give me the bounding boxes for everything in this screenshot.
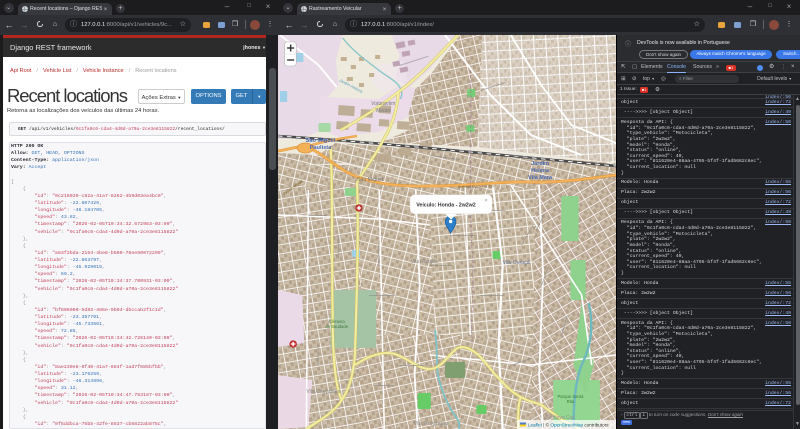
svg-text:Vila Curuçá: Vila Curuçá xyxy=(503,260,530,266)
svg-text:São Miguel: São Miguel xyxy=(357,177,383,183)
svg-text:Vila Progresso: Vila Progresso xyxy=(414,421,449,427)
svg-text:Rita: Rita xyxy=(567,399,575,404)
svg-text:da Saudade: da Saudade xyxy=(325,324,349,329)
svg-text:Leaflet | © OpenStreetMap cont: Leaflet | © OpenStreetMap contributors xyxy=(528,422,609,428)
svg-text:×: × xyxy=(484,198,487,204)
svg-text:Jardim: Jardim xyxy=(531,161,549,167)
svg-text:Votorantim: Votorantim xyxy=(371,101,395,107)
svg-text:Vila Mara: Vila Mara xyxy=(528,175,553,181)
svg-text:Vila Chavantes: Vila Chavantes xyxy=(306,389,340,395)
svg-text:Avenida Marechal Tito: Avenida Marechal Tito xyxy=(458,184,494,189)
svg-text:Paulista: Paulista xyxy=(310,145,333,151)
svg-text:Vila Rosada: Vila Rosada xyxy=(411,259,438,265)
svg-text:São Miguel: São Miguel xyxy=(306,138,336,144)
svg-text:Helena: Helena xyxy=(531,168,550,174)
svg-text:Veículo: Honda - 2w2w2: Veículo: Honda - 2w2w2 xyxy=(416,203,476,209)
svg-text:'Metais: 'Metais xyxy=(375,108,391,114)
